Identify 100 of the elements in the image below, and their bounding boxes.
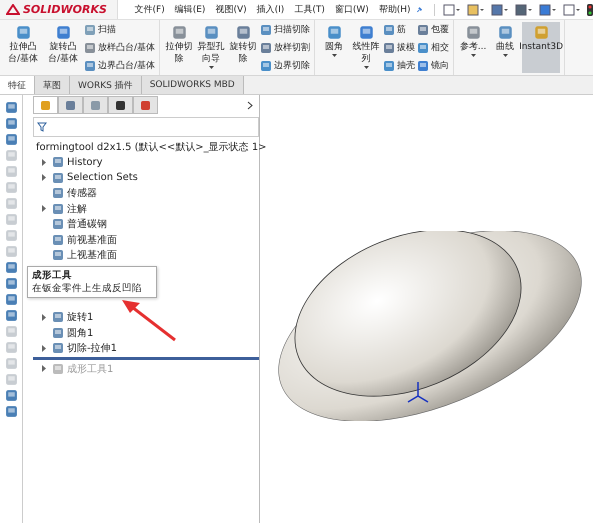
ribbon-button[interactable]: 异型孔向导	[196, 22, 226, 73]
toolbar-icon[interactable]	[563, 4, 581, 16]
expand-arrow-icon[interactable]	[41, 365, 47, 372]
tool-icon	[172, 25, 187, 40]
chevron-right-icon[interactable]	[247, 100, 253, 110]
panel-tab-icon	[90, 100, 101, 110]
ribbon-button[interactable]: 线性阵列	[351, 22, 382, 73]
tool-icon	[383, 60, 396, 72]
tool-icon[interactable]	[4, 101, 18, 114]
tree-item[interactable]: 前视基准面	[23, 232, 259, 248]
feature-icon	[52, 187, 64, 200]
ribbon-tab[interactable]: 草图	[35, 76, 70, 94]
tool-icon	[56, 25, 70, 40]
tool-icon	[358, 25, 374, 40]
feature-icon	[52, 311, 64, 324]
ribbon-button[interactable]: 曲线	[490, 22, 520, 73]
tree-item[interactable]: History	[23, 154, 259, 170]
tool-icon[interactable]	[4, 405, 18, 418]
ribbon-button[interactable]: 旋转凸台/基体	[44, 22, 82, 73]
menu-item[interactable]: 工具(T)	[289, 3, 330, 16]
feature-icon	[52, 234, 64, 246]
feature-icon	[52, 342, 64, 354]
tree-item[interactable]: 切除-拉伸1	[23, 340, 259, 356]
ribbon-tab[interactable]: SOLIDWORKS MBD	[142, 76, 244, 94]
ribbon-button[interactable]: 扫描切除	[260, 23, 310, 36]
ribbon-button[interactable]: 放样切割	[260, 41, 310, 54]
caret-icon	[364, 66, 369, 69]
feature-icon	[52, 249, 64, 262]
tool-icon	[534, 25, 549, 40]
menu-item[interactable]: 视图(V)	[210, 3, 252, 16]
expand-arrow-icon[interactable]	[41, 344, 47, 352]
ribbon-tab[interactable]: WORKS 插件	[70, 76, 142, 94]
expand-arrow-icon[interactable]	[41, 314, 47, 321]
ribbon-button[interactable]: 拉伸切除	[164, 22, 194, 73]
toolbar-icon[interactable]	[467, 4, 485, 16]
ribbon-button[interactable]: 放样凸台/基体	[84, 41, 156, 54]
feature-icon	[52, 218, 64, 230]
tree-item[interactable]: 上视基准面	[23, 248, 259, 263]
ribbon-button[interactable]: 参考...	[458, 22, 488, 73]
tool-icon	[466, 25, 481, 40]
tree-item[interactable]: 旋转1	[23, 310, 259, 325]
toolbar-icon[interactable]	[539, 4, 557, 16]
ribbon-button[interactable]: 边界切除	[260, 59, 310, 72]
ribbon-button[interactable]: 相交	[417, 41, 450, 54]
feature-icon	[52, 202, 64, 215]
tree-item[interactable]: 圆角1	[23, 325, 259, 340]
panel-tab-icon	[140, 100, 151, 110]
ribbon-button[interactable]: 镜向	[417, 59, 450, 72]
tool-icon[interactable]	[4, 261, 18, 274]
tool-icon[interactable]	[4, 277, 18, 290]
panel-tab-icon	[115, 100, 126, 110]
ribbon-tab[interactable]: 特征	[0, 76, 35, 94]
tool-icon[interactable]	[4, 309, 18, 322]
filter-field[interactable]	[33, 117, 259, 137]
expand-arrow-icon[interactable]	[41, 158, 47, 166]
ribbon-button[interactable]: 旋转切除	[228, 22, 258, 73]
menu-item[interactable]: 编辑(E)	[170, 3, 210, 16]
tree-item[interactable]: 普通碳钢	[23, 216, 259, 232]
tool-icon	[260, 24, 272, 36]
tool-icon	[417, 60, 430, 72]
feature-icon	[52, 362, 64, 375]
toolbar-icon[interactable]	[443, 4, 461, 16]
ribbon-button[interactable]: Instant3D	[522, 22, 560, 73]
tree-item[interactable]: 注解	[23, 201, 259, 216]
logo-text: SOLIDWORKS	[23, 3, 107, 16]
tool-icon[interactable]	[4, 389, 18, 402]
tool-icon	[16, 25, 30, 40]
traffic-light-icon[interactable]	[587, 4, 593, 16]
ribbon-button[interactable]: 筋	[383, 23, 416, 36]
menu-item[interactable]: 窗口(W)	[330, 3, 374, 16]
tool-icon	[383, 24, 396, 36]
ribbon-button[interactable]: 边界凸台/基体	[84, 59, 156, 72]
tree-item[interactable]: 传感器	[23, 186, 259, 201]
tool-icon[interactable]	[4, 117, 18, 130]
tool-icon	[260, 42, 272, 54]
menu-item[interactable]: 插入(I)	[252, 3, 290, 16]
tool-icon[interactable]	[4, 293, 18, 306]
ribbon-button[interactable]: 扫描	[84, 23, 156, 36]
pin-icon[interactable]	[416, 4, 422, 14]
panel-tab-icon	[65, 100, 76, 110]
caret-icon	[470, 54, 476, 57]
menu-item[interactable]: 帮助(H)	[374, 3, 416, 16]
tree-label: formingtool d2x1.5 (默认<<默认>_显示状态 1>	[36, 140, 267, 154]
filter-icon	[37, 122, 47, 132]
toolbar-icon[interactable]	[515, 4, 533, 16]
panel-tab[interactable]	[108, 96, 133, 114]
feature-icon	[52, 326, 64, 339]
expand-arrow-icon[interactable]	[41, 205, 47, 212]
ribbon-button[interactable]: 拉伸凸台/基体	[4, 22, 42, 73]
toolbar-icon[interactable]	[491, 4, 509, 16]
ribbon-button[interactable]: 抽壳	[383, 59, 416, 72]
tool-icon[interactable]	[4, 133, 18, 146]
panel-tab-icon	[40, 100, 51, 110]
ribbon-button[interactable]: 拔模	[383, 41, 416, 54]
ribbon-button[interactable]: 包覆	[417, 23, 450, 36]
menu-item[interactable]: 文件(F)	[130, 3, 170, 16]
tooltip-text: 在钣金零件上生成反凹陷	[32, 282, 143, 295]
tree-item[interactable]: Selection Sets	[23, 170, 259, 186]
ribbon-button[interactable]: 圆角	[319, 22, 350, 73]
expand-arrow-icon[interactable]	[41, 174, 47, 182]
